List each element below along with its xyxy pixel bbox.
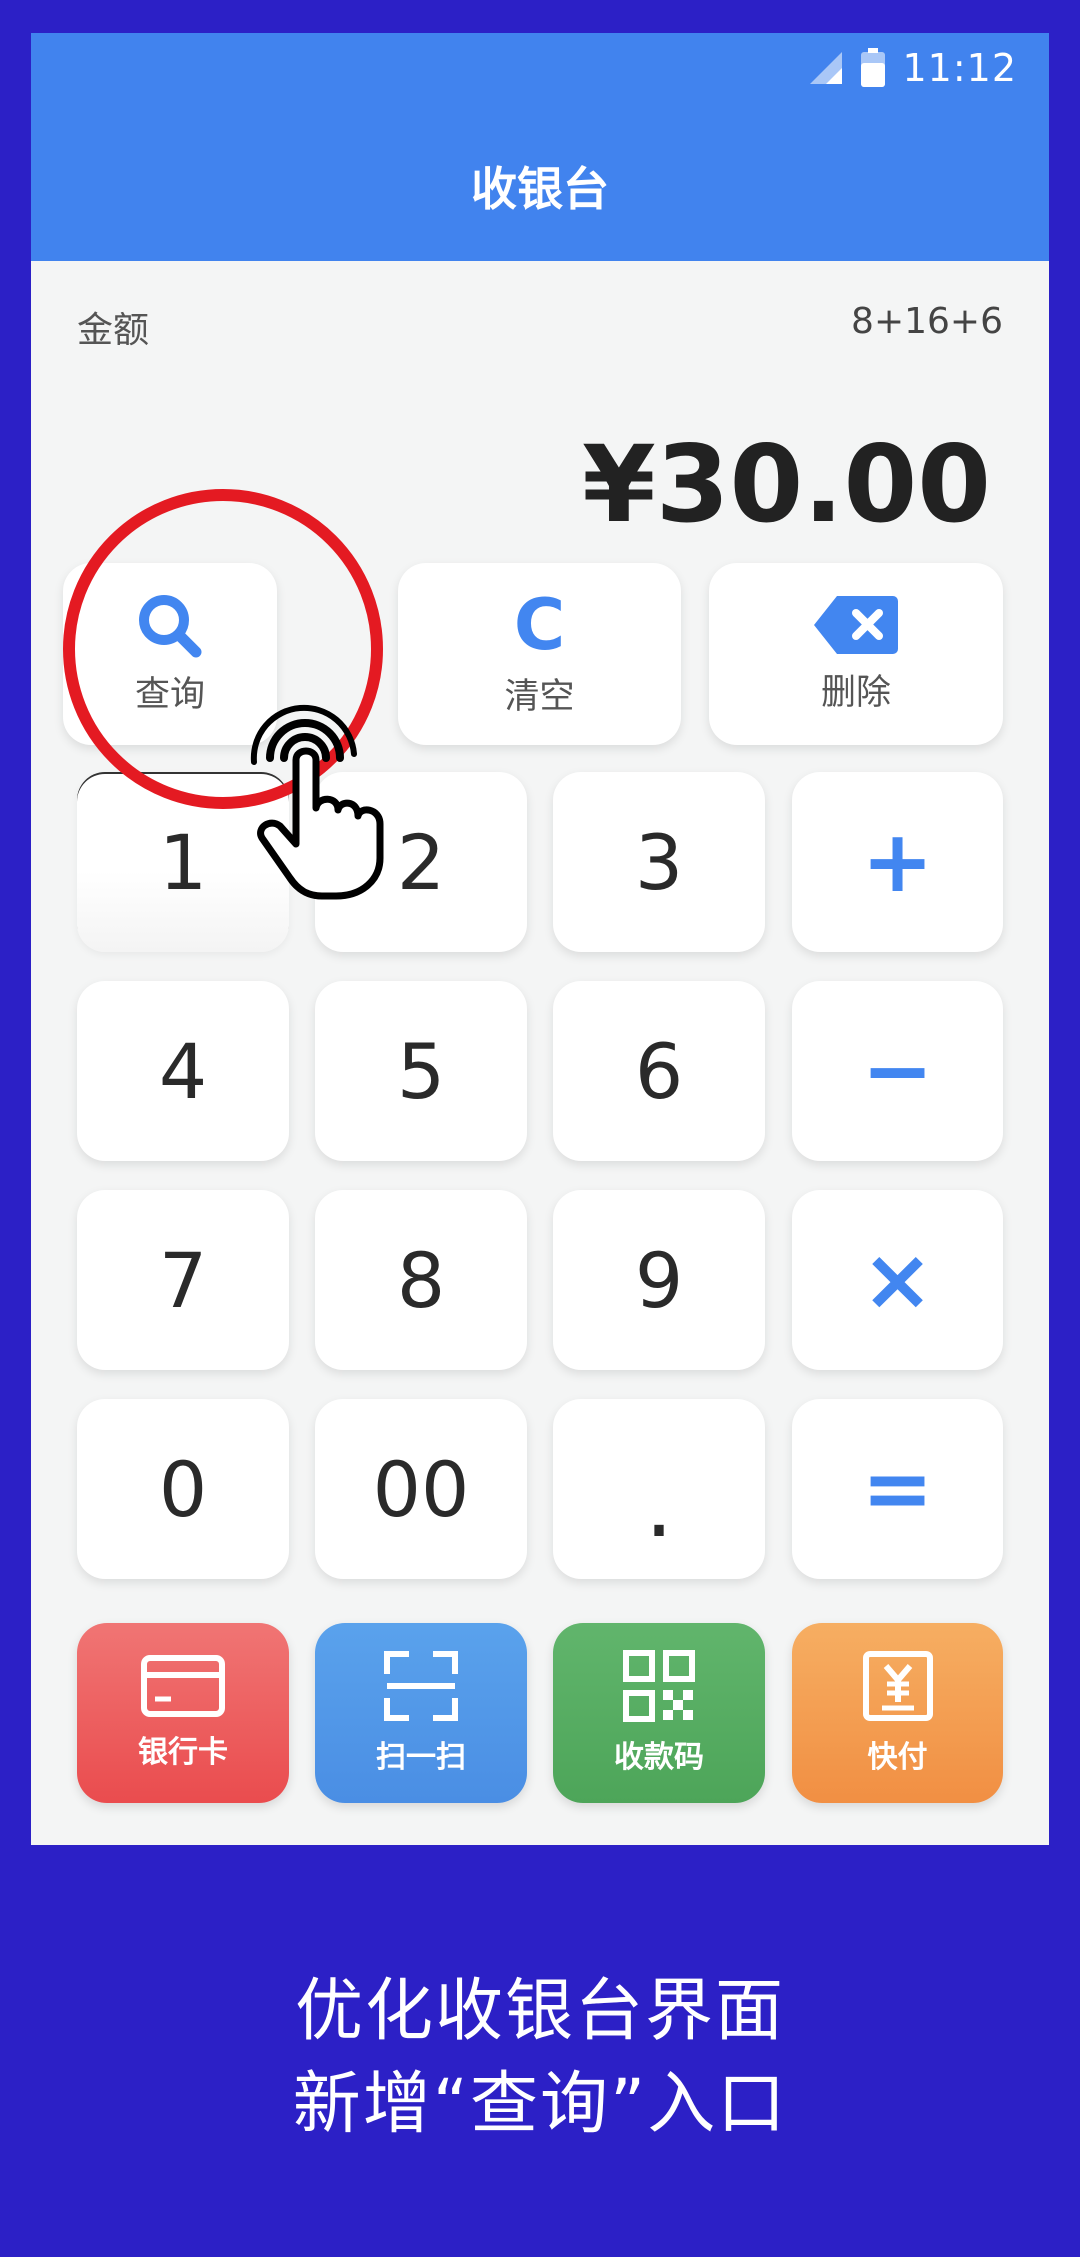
key-3[interactable]: 3: [553, 772, 765, 952]
key-9-label: 9: [634, 1235, 684, 1325]
query-label: 查询: [134, 674, 205, 715]
caption-line-1: 优化收银台界面: [294, 1972, 785, 2051]
scan-label: 扫一扫: [376, 1740, 466, 1775]
delete-button[interactable]: 删除: [709, 563, 1003, 745]
minus-key[interactable]: −: [792, 981, 1003, 1161]
bank-card-button[interactable]: 银行卡: [77, 1623, 289, 1803]
yuan-receipt-icon: [862, 1651, 933, 1721]
amount-total: ¥30.00: [581, 423, 991, 546]
key-8-label: 8: [396, 1235, 446, 1325]
decimal-label: .: [644, 1452, 674, 1558]
key-9[interactable]: 9: [553, 1190, 765, 1370]
query-button[interactable]: 查询: [63, 563, 277, 745]
status-time: 11:12: [902, 46, 1017, 90]
delete-label: 删除: [820, 672, 891, 713]
qr-code-icon: [623, 1650, 695, 1722]
qr-code-label: 收款码: [614, 1740, 704, 1775]
key-0[interactable]: 0: [77, 1399, 289, 1579]
clear-button[interactable]: C 清空: [398, 563, 681, 745]
caption-line-2: 新增“查询”入口: [292, 2065, 788, 2144]
signal-icon: [810, 52, 843, 84]
key-6[interactable]: 6: [553, 981, 765, 1161]
key-3-label: 3: [634, 817, 684, 907]
key-5-label: 5: [396, 1026, 446, 1116]
key-4-label: 4: [158, 1026, 208, 1116]
battery-icon: [861, 48, 886, 87]
decimal-key[interactable]: .: [553, 1399, 765, 1579]
key-5[interactable]: 5: [315, 981, 527, 1161]
multiply-key[interactable]: ×: [792, 1190, 1003, 1370]
equals-icon: =: [861, 1439, 934, 1539]
app-bar: 11:12 收银台: [31, 33, 1049, 261]
minus-icon: −: [861, 1021, 934, 1121]
key-2-label: 2: [396, 817, 446, 907]
key-2[interactable]: 2: [315, 772, 527, 952]
phone-screen: 11:12 收银台 金额 8+16+6 ¥30.00 查询 C 清空 删除 1 …: [31, 33, 1049, 1845]
backspace-icon: [814, 595, 898, 654]
qr-code-button[interactable]: 收款码: [553, 1623, 765, 1803]
multiply-icon: ×: [861, 1230, 934, 1330]
key-1[interactable]: 1: [77, 772, 289, 952]
fast-pay-button[interactable]: 快付: [792, 1623, 1003, 1803]
key-8[interactable]: 8: [315, 1190, 527, 1370]
bank-card-label: 银行卡: [138, 1735, 228, 1770]
equals-key[interactable]: =: [792, 1399, 1003, 1579]
clear-label: 清空: [504, 676, 575, 717]
fast-pay-label: 快付: [867, 1740, 928, 1775]
key-7-label: 7: [158, 1235, 208, 1325]
key-6-label: 6: [634, 1026, 684, 1116]
scan-icon: [384, 1651, 458, 1721]
key-00[interactable]: 00: [315, 1399, 527, 1579]
key-0-label: 0: [158, 1444, 208, 1534]
key-7[interactable]: 7: [77, 1190, 289, 1370]
search-icon: [139, 594, 202, 657]
status-bar: 11:12: [808, 45, 1017, 91]
key-1-label: 1: [158, 817, 208, 907]
clear-icon: C: [513, 583, 566, 666]
amount-label: 金额: [77, 310, 150, 351]
amount-expression: 8+16+6: [851, 301, 1003, 342]
scan-button[interactable]: 扫一扫: [315, 1623, 527, 1803]
key-00-label: 00: [372, 1444, 470, 1534]
bank-card-icon: [141, 1655, 225, 1717]
plus-key[interactable]: +: [792, 772, 1003, 952]
plus-icon: +: [861, 812, 934, 912]
key-4[interactable]: 4: [77, 981, 289, 1161]
page-title: 收银台: [471, 162, 609, 216]
